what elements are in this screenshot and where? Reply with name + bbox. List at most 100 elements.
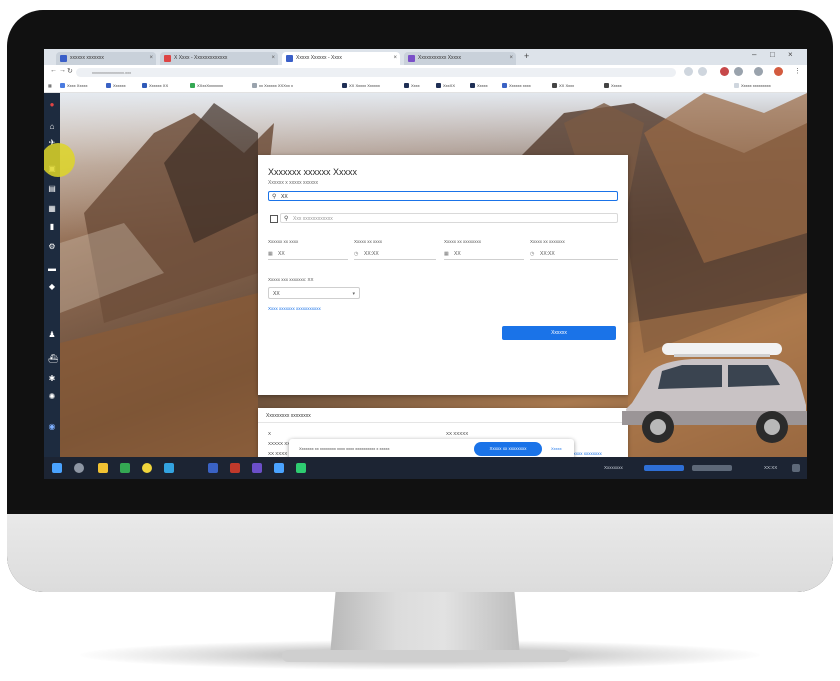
search-icon[interactable]: [74, 463, 84, 473]
app-icon[interactable]: [230, 463, 240, 473]
app-icon[interactable]: [296, 463, 306, 473]
screen: xxxxxx xxxxxxx × X Xxxx - Xxxxxxxxxxxxx …: [44, 49, 807, 479]
accept-cookies-button[interactable]: Xxxxx xx xxxxxxxx: [474, 442, 542, 456]
pickup-time-label: Xxxxx xx xxxx: [354, 239, 383, 244]
bookmark-item[interactable]: Xxxxxx xxxx: [502, 83, 531, 88]
return-time-label: Xxxxx xx xxxxxxx: [530, 239, 565, 244]
return-time-value: XX:XX: [540, 251, 555, 257]
ship-icon[interactable]: ⛴: [48, 355, 58, 363]
tab-close-icon[interactable]: ×: [509, 52, 513, 65]
tab-close-icon[interactable]: ×: [149, 52, 153, 65]
bookmark-item[interactable]: Xxxx: [404, 83, 420, 88]
logo-icon[interactable]: ●: [48, 101, 56, 109]
bookmark-item[interactable]: XXxxXxxxxxxx: [190, 83, 223, 88]
minimize-icon[interactable]: –: [752, 50, 756, 59]
extension-icon[interactable]: [720, 67, 729, 76]
browser-tab[interactable]: X Xxxx - Xxxxxxxxxxxxx ×: [160, 52, 278, 65]
profile-avatar-icon[interactable]: [774, 67, 783, 76]
tab-label: X Xxxx - Xxxxxxxxxxxxx: [174, 55, 228, 61]
tab-close-icon[interactable]: ×: [271, 52, 275, 65]
close-window-icon[interactable]: ×: [788, 50, 793, 59]
bookmark-item[interactable]: Xxxxx: [604, 83, 622, 88]
bookmark-item[interactable]: XxxXX: [436, 83, 455, 88]
return-date-field[interactable]: ▦ XX: [444, 249, 524, 260]
pickup-date-field[interactable]: ▦ XX: [268, 249, 348, 260]
recent-item[interactable]: XX XXXXX: [446, 431, 468, 436]
bus-icon[interactable]: ▬: [48, 265, 56, 273]
browser-tab[interactable]: xxxxxx xxxxxxx ×: [56, 52, 156, 65]
monitor-chin: [7, 514, 833, 592]
bookmark-item[interactable]: Xxxxxx XX: [142, 83, 168, 88]
tab-favicon-icon: [408, 55, 415, 62]
bookmark-item[interactable]: Xxxxx: [470, 83, 488, 88]
bookmarks-bar: ▦ Xxxx Xxxxx Xxxxxx Xxxxxx XX XXxxXxxxxx…: [44, 80, 807, 93]
settings-icon[interactable]: ⚙: [48, 243, 56, 251]
bookmark-star-icon[interactable]: [698, 67, 707, 76]
bookmark-item[interactable]: Xxxxx xxxxxxxxx: [734, 83, 771, 88]
help-icon[interactable]: ◉: [48, 423, 56, 431]
apps-grid-icon[interactable]: ▦: [48, 83, 52, 88]
pickup-location-value: XX: [281, 194, 288, 200]
promo-code-link[interactable]: Xxxx xxxxxxx xxxxxxxxxxx: [268, 306, 321, 311]
new-tab-button[interactable]: +: [524, 51, 529, 61]
tray-icons[interactable]: [692, 465, 732, 471]
bookmark-item[interactable]: Xxxxxx: [106, 83, 126, 88]
windows-taskbar: Xxxxxxxx XX:XX: [44, 457, 807, 479]
hotel-icon[interactable]: ▤: [48, 185, 56, 193]
recent-item[interactable]: X: [268, 431, 271, 436]
star-icon[interactable]: ✱: [48, 375, 56, 383]
bookmark-item[interactable]: Xxxx Xxxxx: [60, 83, 87, 88]
menu-kebab-icon[interactable]: ⋮: [794, 67, 801, 75]
monitor-stand: [330, 590, 520, 656]
driver-age-select[interactable]: XX ▾: [268, 287, 360, 299]
user-icon[interactable]: ♟: [48, 331, 56, 339]
extension-icon[interactable]: [734, 67, 743, 76]
app-icon[interactable]: [252, 463, 262, 473]
search-button[interactable]: Xxxxxx: [502, 326, 616, 340]
clock-time: XX:XX: [764, 465, 778, 470]
bookmark-item[interactable]: XX Xxxx: [552, 83, 574, 88]
app-icon[interactable]: [274, 463, 284, 473]
maximize-icon[interactable]: □: [770, 50, 775, 59]
app-icon[interactable]: [164, 463, 174, 473]
calendar-icon[interactable]: ▦: [48, 205, 56, 213]
pickup-location-input[interactable]: ⚲ XX: [268, 191, 618, 201]
monitor-stand-base: [282, 650, 570, 662]
gear-icon[interactable]: ✺: [48, 393, 56, 401]
pickup-date-label: Xxxxxx xx xxxx: [268, 239, 299, 244]
pickup-date-value: XX: [278, 251, 285, 257]
bookmark-item[interactable]: xx Xxxxxx XXXxx x: [252, 83, 293, 88]
different-return-checkbox[interactable]: [270, 215, 278, 223]
app-icon[interactable]: [208, 463, 218, 473]
web-page: ● ⌂ ✈ ▣ ▤ ▦ ▮ ⚙ ▬ ◆ ♟ ⛴ ✱ ✺ ◉ Xxxxxxx xx…: [44, 93, 807, 457]
chrome-icon[interactable]: [142, 463, 152, 473]
tray-icons[interactable]: [644, 465, 684, 471]
browser-tab[interactable]: Xxxxxxxxxxx Xxxxx ×: [404, 52, 516, 65]
app-icon[interactable]: [186, 463, 196, 473]
tab-close-icon[interactable]: ×: [393, 52, 397, 65]
app-icon[interactable]: [120, 463, 130, 473]
file-explorer-icon[interactable]: [98, 463, 108, 473]
puzzle-icon[interactable]: [754, 67, 763, 76]
return-location-input[interactable]: ⚲ Xxx xxxxxxxxxxxx: [280, 213, 618, 223]
extension-icon[interactable]: [684, 67, 693, 76]
notification-icon[interactable]: [792, 464, 800, 472]
tag-icon[interactable]: ◆: [48, 283, 56, 291]
document-icon[interactable]: ▮: [48, 223, 56, 231]
clock-icon: ◷: [530, 251, 535, 257]
address-bar[interactable]: xxxxxxxxxxxxxxxx.xxx: [76, 68, 676, 77]
browser-tab-active[interactable]: Xxxxx Xxxxxx - Xxxx ×: [282, 52, 400, 65]
monitor: xxxxxx xxxxxxx × X Xxxx - Xxxxxxxxxxxxx …: [7, 10, 833, 592]
start-icon[interactable]: [52, 463, 62, 473]
recent-item[interactable]: XX XXXX: [268, 451, 287, 456]
reload-icon[interactable]: ↻: [67, 67, 73, 75]
calendar-icon: ▦: [444, 251, 449, 257]
driver-age-label: Xxxxx xxx xxxxxxx: XX: [268, 277, 314, 282]
forward-arrow-icon[interactable]: →: [59, 67, 66, 74]
bookmark-item[interactable]: XX Xxxxx Xxxxxx: [342, 83, 380, 88]
back-arrow-icon[interactable]: ←: [50, 67, 57, 74]
return-time-field[interactable]: ◷ XX:XX: [530, 249, 618, 260]
pickup-time-field[interactable]: ◷ XX:XX: [354, 249, 436, 260]
home-icon[interactable]: ⌂: [48, 123, 56, 131]
cookie-more-link[interactable]: Xxxxx: [551, 446, 562, 451]
